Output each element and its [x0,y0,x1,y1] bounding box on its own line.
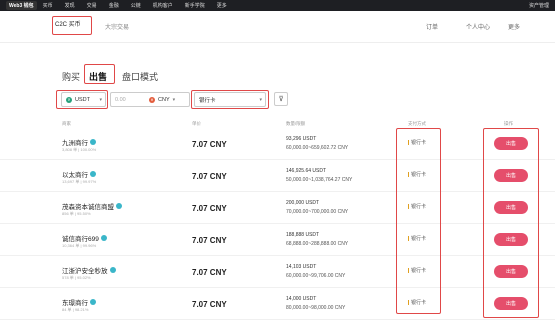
table-row: 茂森资本诚信商盟 856 单 | 95.50% 7.07 CNY 200,000… [0,192,555,224]
web3-wallet-logo[interactable]: Web3 钱包 [6,1,37,10]
nav-institutional[interactable]: 机构客户 [153,2,173,9]
highlight-action-column [483,128,539,318]
table-row: 诚信商行699 10,364 单 | 99.96% 7.07 CNY 188,8… [0,224,555,256]
verified-icon [90,299,96,305]
merchant-stats: 84 单 | 98.21% [62,307,89,312]
unit-price: 7.07 CNY [192,172,227,181]
merchant-name[interactable]: 诚信商行699 [62,233,107,243]
table-row: 江浙沪安全秒放 578 单 | 95.02% 7.07 CNY 14,103 U… [0,256,555,288]
merchant-name[interactable]: 以太商行 [62,169,96,179]
verified-icon [90,139,96,145]
col-amount-limit: 数量/限额 [286,121,306,126]
amount-input[interactable]: 0.00 ¥ CNY ▾ [110,92,190,107]
filter-button[interactable]: ⊽ [274,92,288,106]
nav-trade[interactable]: 交易 [87,2,97,9]
unit-price: 7.07 CNY [192,204,227,213]
nav-more[interactable]: 更多 [217,2,227,9]
merchant-name-text: 以太商行 [62,172,88,179]
merchant-name-text: 茂森资本诚信商盟 [62,204,114,211]
available-amount: 14,103 USDT [286,264,317,270]
table-row: 九洲商行 3,808 单 | 100.00% 7.07 CNY 93,296 U… [0,128,555,160]
col-merchant: 商家 [62,121,71,126]
cny-icon: ¥ [149,96,155,103]
available-amount: 188,888 USDT [286,232,320,238]
order-limit: 60,000.00~659,602.72 CNY [286,145,349,151]
merchant-name-text: 九洲商行 [62,140,88,147]
nav-right: 资产管理 [523,0,549,11]
table-row: 以太商行 13,697 单 | 99.97% 7.07 CNY 146,925.… [0,160,555,192]
available-amount: 14,000 USDT [286,296,317,302]
merchant-stats: 13,697 单 | 99.97% [62,179,97,184]
amount-placeholder: 0.00 [115,96,126,103]
orders-link[interactable]: 订单 [426,22,438,31]
nav-discover[interactable]: 发现 [65,2,75,9]
verified-icon [90,171,96,177]
merchant-name[interactable]: 九洲商行 [62,137,96,147]
col-action: 操作 [504,121,513,126]
merchant-stats: 578 单 | 95.02% [62,275,91,280]
order-limit: 68,888.00~288,888.00 CNY [286,241,349,247]
nav-finance[interactable]: 金融 [109,2,119,9]
highlight-payment-column [396,128,441,314]
merchant-name-text: 江浙沪安全秒放 [62,268,108,275]
unit-price: 7.07 CNY [192,236,227,245]
currency-select[interactable]: ¥ CNY ▾ [149,96,178,103]
tab-bulk-trade[interactable]: 大宗交易 [105,22,129,31]
order-limit: 80,000.00~98,000.00 CNY [286,305,346,311]
available-amount: 93,296 USDT [286,136,317,142]
order-limit: 70,000.00~700,000.00 CNY [286,209,349,215]
tab-buy[interactable]: 购买 [62,70,80,83]
tab-orderbook[interactable]: 盘口模式 [122,70,158,83]
merchant-name[interactable]: 东璟商行 [62,297,96,307]
highlight-payment [191,90,269,109]
merchant-stats: 10,364 单 | 99.96% [62,243,97,248]
unit-price: 7.07 CNY [192,300,227,309]
table-header: 商家 单价 数量/限额 支付方式 操作 [0,118,555,128]
highlight-c2c [52,16,92,35]
merchant-stats: 3,808 单 | 100.00% [62,147,97,152]
filter-icon: ⊽ [278,96,284,103]
order-limit: 60,000.00~99,706.00 CNY [286,273,346,279]
top-nav: Web3 钱包 买币 发现 交易 金融 公链 机构客户 新手学院 更多 资产管理 [0,0,555,11]
merchant-name[interactable]: 江浙沪安全秒放 [62,265,116,275]
personal-center-link[interactable]: 个人中心 [466,22,490,31]
currency-value: CNY [158,96,170,103]
highlight-sell-tab [84,64,115,84]
nav-chain[interactable]: 公链 [131,2,141,9]
unit-price: 7.07 CNY [192,268,227,277]
highlight-coin [56,90,108,109]
merchant-name-text: 东璟商行 [62,300,88,307]
merchant-stats: 856 单 | 95.50% [62,211,91,216]
col-payment: 支付方式 [408,121,426,126]
nav-assets[interactable]: 资产管理 [529,2,549,9]
order-limit: 50,000.00~1,038,764.27 CNY [286,177,353,183]
chevron-down-icon: ▾ [172,96,176,103]
available-amount: 200,000 USDT [286,200,320,206]
verified-icon [109,267,116,273]
unit-price: 7.07 CNY [192,140,227,149]
col-price: 单价 [192,121,201,126]
verified-icon [100,235,107,241]
available-amount: 146,925.64 USDT [286,168,327,174]
merchant-name-text: 诚信商行699 [62,236,99,243]
more-link[interactable]: 更多 [508,22,520,31]
nav-buy-crypto[interactable]: 买币 [43,2,53,9]
nav-academy[interactable]: 新手学院 [185,2,205,9]
verified-icon [116,203,122,209]
table-row: 东璟商行 84 单 | 98.21% 7.07 CNY 14,000 USDT … [0,288,555,320]
merchant-name[interactable]: 茂森资本诚信商盟 [62,201,122,211]
